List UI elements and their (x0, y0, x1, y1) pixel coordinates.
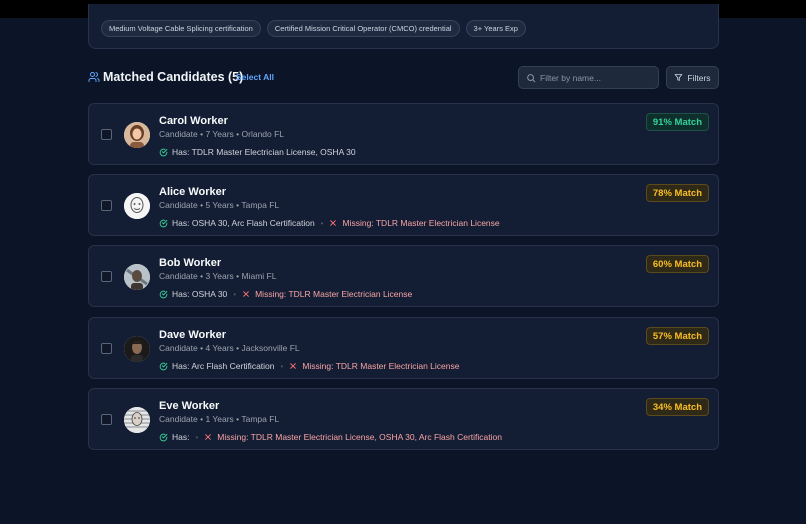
candidate-checkbox[interactable] (101, 271, 112, 282)
candidate-card[interactable]: Dave Worker Candidate • 4 Years • Jackso… (88, 317, 719, 379)
section-title: Matched Candidates (5) (103, 70, 244, 84)
avatar-image (124, 122, 150, 148)
candidate-name: Bob Worker (159, 257, 222, 269)
candidate-meta: Candidate • 4 Years • Jacksonville FL (159, 343, 300, 353)
avatar-image (124, 264, 150, 290)
candidate-name: Carol Worker (159, 115, 228, 127)
separator-dot: • (320, 218, 324, 228)
has-skills-text: Has: TDLR Master Electrician License, OS… (172, 147, 356, 157)
candidate-meta: Candidate • 5 Years • Tampa FL (159, 200, 280, 210)
missing-skills-text: Missing: TDLR Master Electrician License (342, 218, 500, 228)
check-circle-icon (159, 362, 168, 370)
check-circle-icon (159, 433, 168, 441)
candidate-checkbox[interactable] (101, 200, 112, 211)
candidate-checkbox[interactable] (101, 343, 112, 354)
candidate-skills: Has: • Missing: TDLR Master Electrician … (159, 432, 502, 442)
missing-skills: • Missing: TDLR Master Electrician Licen… (275, 361, 460, 371)
candidate-card[interactable]: Eve Worker Candidate • 1 Years • Tampa F… (88, 388, 719, 450)
candidate-skills: Has: TDLR Master Electrician License, OS… (159, 147, 356, 157)
missing-skills: • Missing: TDLR Master Electrician Licen… (315, 218, 500, 228)
separator-dot: • (280, 361, 284, 371)
candidate-card[interactable]: Alice Worker Candidate • 5 Years • Tampa… (88, 174, 719, 236)
has-skills-text: Has: Arc Flash Certification (172, 361, 275, 371)
has-skills-text: Has: (172, 432, 190, 442)
avatar (124, 407, 150, 433)
missing-skills-text: Missing: TDLR Master Electrician License… (217, 432, 502, 442)
x-icon (330, 220, 337, 226)
check-circle-icon (159, 219, 168, 227)
requirements-panel: Medium Voltage Cable Splicing certificat… (88, 4, 719, 49)
candidates-header: Matched Candidates (5) Select All Filter… (88, 66, 719, 90)
check-circle-icon (159, 290, 168, 298)
missing-skills: • Missing: TDLR Master Electrician Licen… (189, 432, 502, 442)
separator-dot: • (195, 432, 199, 442)
candidate-skills: Has: Arc Flash Certification • Missing: … (159, 361, 459, 371)
match-score-badge: 91% Match (645, 113, 709, 131)
missing-skills: • Missing: TDLR Master Electrician Licen… (227, 289, 412, 299)
funnel-icon (675, 74, 683, 81)
missing-skills-text: Missing: TDLR Master Electrician License (255, 289, 413, 299)
match-score-badge: 57% Match (645, 327, 709, 345)
x-icon (243, 291, 249, 297)
candidate-checkbox[interactable] (101, 414, 112, 425)
requirement-tags: Medium Voltage Cable Splicing certificat… (101, 20, 526, 37)
x-icon (290, 363, 297, 369)
avatar-image (124, 193, 150, 219)
candidate-name: Alice Worker (159, 186, 227, 198)
candidate-meta: Candidate • 3 Years • Miami FL (159, 271, 277, 281)
requirement-tag[interactable]: Medium Voltage Cable Splicing certificat… (101, 20, 261, 37)
filters-button[interactable]: Filters (666, 66, 719, 89)
has-skills-text: Has: OSHA 30 (172, 289, 228, 299)
filters-label: Filters (687, 72, 711, 83)
avatar-image (124, 336, 150, 362)
candidate-meta: Candidate • 1 Years • Tampa FL (159, 414, 280, 424)
requirement-tag[interactable]: Certified Mission Critical Operator (CMC… (266, 20, 460, 37)
candidate-card[interactable]: Bob Worker Candidate • 3 Years • Miami F… (88, 245, 719, 307)
candidate-checkbox[interactable] (101, 129, 112, 140)
match-score-badge: 34% Match (645, 398, 709, 416)
separator-dot: • (233, 289, 237, 299)
avatar-image (124, 407, 150, 433)
missing-skills-text: Missing: TDLR Master Electrician License (302, 361, 460, 371)
candidate-skills: Has: OSHA 30, Arc Flash Certification • … (159, 218, 500, 228)
match-score-badge: 78% Match (645, 184, 709, 202)
x-icon (205, 434, 212, 440)
candidate-name: Dave Worker (159, 329, 227, 341)
search-input[interactable] (540, 70, 655, 86)
search-box[interactable] (518, 66, 659, 89)
has-skills-text: Has: OSHA 30, Arc Flash Certification (172, 218, 315, 228)
avatar (124, 193, 150, 219)
candidate-skills: Has: OSHA 30 • Missing: TDLR Master Elec… (159, 289, 412, 299)
check-circle-icon (159, 148, 168, 156)
candidate-meta: Candidate • 7 Years • Orlando FL (159, 129, 285, 139)
avatar (124, 336, 150, 362)
candidate-name: Eve Worker (159, 400, 220, 412)
select-all-button[interactable]: Select All (236, 72, 274, 82)
avatar (124, 264, 150, 290)
match-score-badge: 60% Match (645, 255, 709, 273)
avatar (124, 122, 150, 148)
users-icon (88, 72, 100, 82)
candidate-card[interactable]: Carol Worker Candidate • 7 Years • Orlan… (88, 103, 719, 165)
search-icon (527, 74, 536, 83)
requirement-tag[interactable]: 3+ Years Exp (465, 20, 526, 37)
